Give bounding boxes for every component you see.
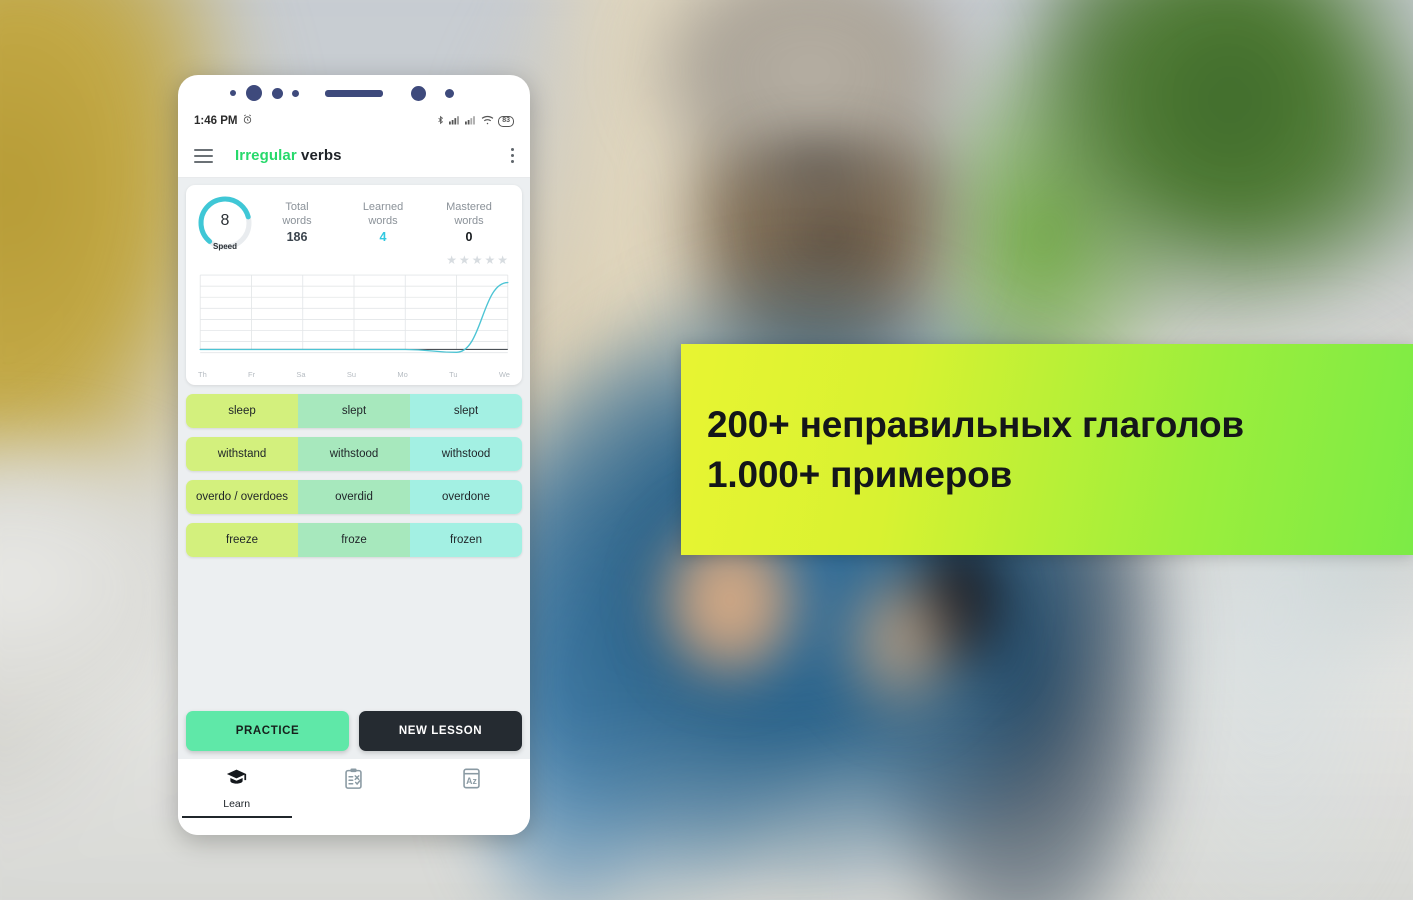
- chart-tick-label: We: [498, 370, 510, 379]
- phone-notch: [178, 75, 530, 108]
- verb-cell-past: withstood: [298, 437, 410, 471]
- notch-dot: [246, 85, 262, 101]
- screenshot-stage: 1:46 PM 83 Irregular verbs 8 Speed Total…: [0, 0, 1413, 900]
- nav-active-indicator: [181, 816, 292, 818]
- stat-value: 4: [379, 230, 387, 244]
- status-time: 1:46 PM: [194, 115, 238, 127]
- status-bar: 1:46 PM 83: [178, 108, 530, 134]
- bluetooth-icon: [436, 114, 445, 129]
- speed-gauge-label: Speed: [212, 242, 237, 251]
- sidebar-item-dictionary[interactable]: Az: [413, 767, 530, 795]
- stats-card: 8 Speed Total words 186 Learned words 4: [186, 185, 522, 385]
- stat-label-line1: Learned: [362, 201, 404, 213]
- verb-cell-base: withstand: [186, 437, 298, 471]
- verb-cell-base: sleep: [186, 394, 298, 428]
- verb-cell-participle: slept: [410, 394, 522, 428]
- alarm-clock-icon: [242, 114, 253, 128]
- chart-tick-label: Mo: [397, 370, 408, 379]
- app-bar: Irregular verbs: [178, 134, 530, 178]
- stats-row: 8 Speed Total words 186 Learned words 4: [196, 194, 512, 252]
- battery-indicator: 83: [498, 115, 514, 127]
- stat-label-line1: Total: [285, 201, 309, 213]
- stat-label-line2: words: [282, 215, 312, 227]
- main-content: 8 Speed Total words 186 Learned words 4: [178, 178, 530, 759]
- promo-line-1: 200+ неправильных глаголов: [707, 403, 1244, 445]
- stat-label-line2: words: [454, 215, 484, 227]
- stat-label-line2: words: [368, 215, 398, 227]
- page-title-main: verbs: [301, 147, 342, 164]
- status-bar-right: 83: [436, 114, 514, 129]
- verb-row[interactable]: overdo / overdoes overdid overdone: [186, 480, 522, 514]
- stat-learned-words: Learned words 4: [340, 194, 426, 244]
- status-bar-left: 1:46 PM: [194, 114, 253, 128]
- graduation-cap-icon: [225, 767, 248, 793]
- chart-tick-label: Tu: [449, 370, 458, 379]
- verb-cell-past: slept: [298, 394, 410, 428]
- verb-row[interactable]: withstand withstood withstood: [186, 437, 522, 471]
- verb-list: sleep slept slept withstand withstood withsto…: [186, 394, 522, 557]
- notch-dot: [230, 90, 236, 96]
- progress-chart: [196, 271, 512, 369]
- action-buttons: PRACTICE NEW LESSON: [186, 711, 522, 759]
- stat-mastered-words: Mastered words 0: [426, 194, 512, 244]
- nav-label-learn: Learn: [223, 798, 251, 810]
- practice-button[interactable]: PRACTICE: [186, 711, 349, 751]
- chart-tick-label: Sa: [296, 370, 306, 379]
- az-dictionary-icon: Az: [461, 767, 482, 795]
- page-title-accent: Irregular: [235, 147, 297, 164]
- promo-line-2: 1.000+ примеров: [707, 453, 1013, 495]
- phone-mockup: 1:46 PM 83 Irregular verbs 8 Speed Total…: [178, 75, 530, 835]
- notch-dot: [411, 86, 426, 101]
- speed-gauge: 8 Speed: [196, 194, 254, 252]
- verb-cell-participle: withstood: [410, 437, 522, 471]
- wifi-icon: [481, 115, 494, 128]
- chart-x-axis-labels: Th Fr Sa Su Mo Tu We: [196, 369, 512, 379]
- svg-text:Az: Az: [466, 776, 477, 786]
- stat-total-words: Total words 186: [254, 194, 340, 244]
- new-lesson-button[interactable]: NEW LESSON: [359, 711, 522, 751]
- notch-speaker: [325, 90, 383, 97]
- verb-cell-participle: overdone: [410, 480, 522, 514]
- verb-cell-participle: frozen: [410, 523, 522, 557]
- verb-cell-past: froze: [298, 523, 410, 557]
- chart-tick-label: Su: [346, 370, 357, 379]
- clipboard-test-icon: [343, 767, 364, 795]
- verb-row[interactable]: sleep slept slept: [186, 394, 522, 428]
- verb-cell-base: freeze: [186, 523, 298, 557]
- page-title: Irregular verbs: [235, 147, 342, 164]
- verb-row[interactable]: freeze froze frozen: [186, 523, 522, 557]
- verb-cell-base: overdo / overdoes: [186, 480, 298, 514]
- sidebar-item-test[interactable]: [295, 767, 412, 795]
- stat-label-line1: Mastered: [446, 201, 492, 213]
- notch-dot: [445, 89, 454, 98]
- stat-value: 0: [465, 230, 473, 244]
- notch-dot: [272, 88, 283, 99]
- kebab-menu-icon[interactable]: [510, 148, 514, 163]
- stat-value: 186: [286, 230, 308, 244]
- rating-stars[interactable]: ★★★★★: [196, 252, 512, 267]
- sidebar-item-learn[interactable]: Learn: [178, 767, 295, 818]
- notch-dot: [292, 90, 299, 97]
- chart-tick-label: Th: [198, 370, 207, 379]
- cellular-signal-icon: [449, 115, 461, 128]
- bottom-navigation: Learn Az: [178, 759, 530, 835]
- chart-tick-label: Fr: [248, 370, 256, 379]
- promo-banner: 200+ неправильных глаголов 1.000+ пример…: [681, 344, 1413, 555]
- verb-cell-past: overdid: [298, 480, 410, 514]
- hamburger-menu-icon[interactable]: [194, 148, 213, 163]
- cellular-signal-icon: [465, 115, 477, 128]
